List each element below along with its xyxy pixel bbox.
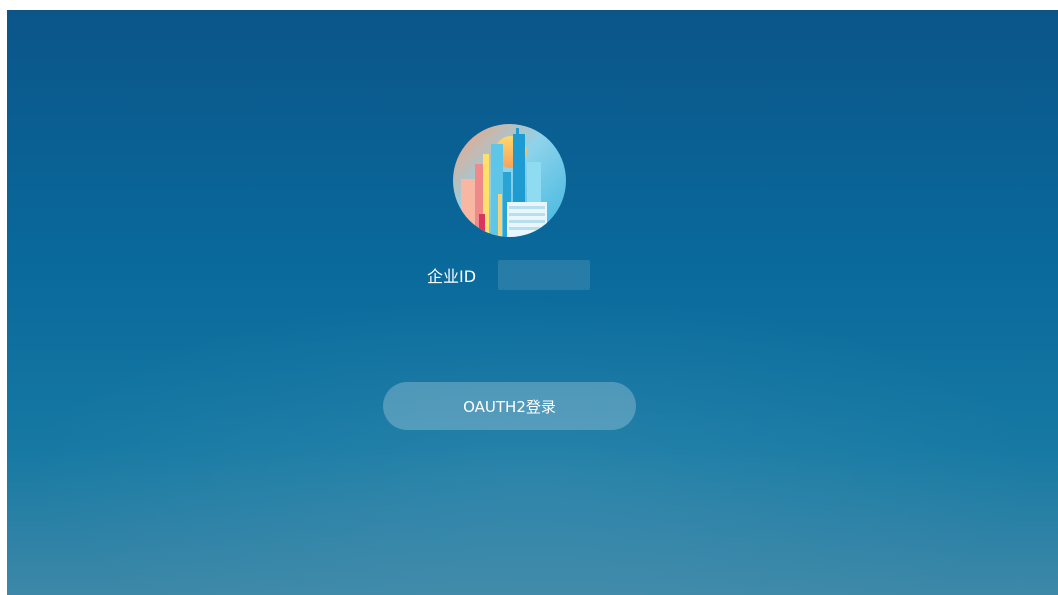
oauth2-login-button[interactable]: OAUTH2登录 <box>383 382 636 430</box>
background-glow <box>7 10 1058 595</box>
enterprise-id-input[interactable] <box>498 260 591 290</box>
login-page: 企业ID OAUTH2登录 <box>7 10 1058 595</box>
enterprise-id-label: 企业ID <box>427 267 477 286</box>
city-skyline-logo-icon <box>453 124 566 237</box>
enterprise-id-row: 企业ID <box>427 260 591 290</box>
